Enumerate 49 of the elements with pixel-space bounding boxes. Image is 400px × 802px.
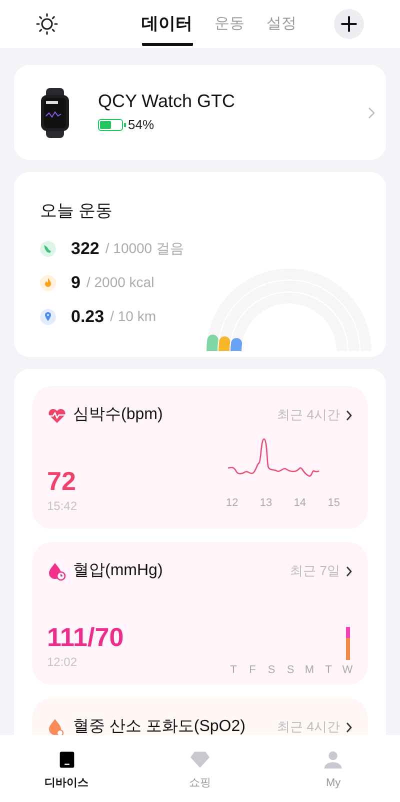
axis-label: S: [268, 663, 276, 678]
add-button[interactable]: [334, 9, 364, 39]
pressure-bar: [346, 627, 350, 660]
activity-value: 322: [71, 238, 100, 260]
health-card[interactable]: 혈중 산소 포화도(SpO2) 최근 4시간: [32, 698, 368, 735]
plus-icon: [341, 16, 357, 32]
period-label: 최근 4시간: [277, 406, 340, 424]
activity-value: 0.23: [71, 306, 104, 328]
device-card[interactable]: QCY Watch GTC 54%: [14, 65, 386, 160]
card-title: 심박수(bpm): [73, 405, 164, 425]
card-title: 혈압(mmHg): [73, 561, 164, 581]
flame-icon: [40, 274, 56, 290]
brightness-icon[interactable]: [36, 13, 58, 35]
activity-title: 오늘 운동: [40, 200, 114, 222]
axis-label: 13: [260, 496, 272, 511]
activity-value: 9: [71, 272, 80, 294]
watch-icon: [40, 88, 70, 138]
period-label: 최근 7일: [290, 562, 340, 580]
activity-goal: / 10 km: [110, 307, 156, 326]
axis-label: 14: [294, 496, 306, 511]
card-title: 혈중 산소 포화도(SpO2): [73, 717, 246, 735]
activity-goal: / 2000 kcal: [86, 273, 154, 292]
axis-label: S: [286, 663, 294, 678]
axis-label: M: [304, 663, 314, 678]
activity-goal: / 10000 걸음: [105, 239, 184, 258]
battery-icon: [98, 119, 123, 131]
axis-label: 12: [226, 496, 238, 511]
reading-time: 15:42: [47, 498, 78, 515]
person-icon: [322, 751, 344, 768]
reading-value: 72: [47, 466, 77, 496]
period-label: 최근 4시간: [277, 718, 340, 735]
battery-percent: 54%: [128, 116, 154, 134]
axis-label: W: [342, 663, 353, 678]
nav-tab[interactable]: 디바이스: [26, 741, 107, 791]
header-tab[interactable]: 데이터: [142, 2, 192, 46]
axis-label: 15: [328, 496, 340, 511]
health-card[interactable]: 심박수(bpm) 최근 4시간 72 15:42 12 13 14 15: [32, 386, 368, 529]
reading-value: 111/70: [47, 622, 124, 652]
axis-label: F: [249, 663, 256, 678]
chevron-right-icon[interactable]: [346, 566, 353, 576]
chevron-right-icon[interactable]: [346, 410, 353, 420]
chevron-right-icon[interactable]: [346, 722, 353, 732]
blood-drop-icon: [47, 562, 67, 580]
axis-label: T: [325, 663, 332, 678]
axis-label: T: [230, 663, 237, 678]
health-card[interactable]: 혈압(mmHg) 최근 7일 111/70 12:02 T F S S M T W: [32, 542, 368, 685]
device-name: QCY Watch GTC: [98, 90, 236, 112]
location-pin-icon: [40, 308, 56, 324]
reading-time: 12:02: [47, 654, 78, 671]
